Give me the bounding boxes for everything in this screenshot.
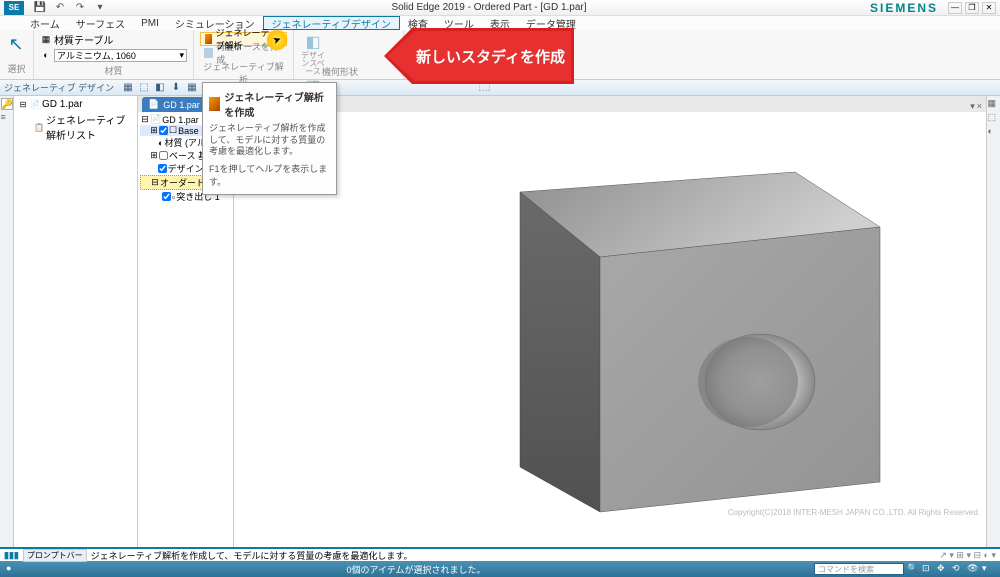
minimize-button[interactable]: — bbox=[948, 2, 962, 14]
cursor-highlight: ➤ bbox=[266, 29, 288, 51]
status-fit-icon[interactable]: ⊡ bbox=[922, 563, 934, 575]
ribbon-group-generative: ジェネレーティブ解析 ➤ 荷重ケースを作成 ジェネレーティブ解析 bbox=[194, 30, 294, 79]
status-more-icon[interactable]: ▾ bbox=[982, 563, 994, 575]
material-combo[interactable]: アルミニウム, 1060▾ bbox=[54, 49, 187, 62]
material-table-icon[interactable]: ▦ bbox=[40, 33, 52, 45]
load-case-icon bbox=[204, 48, 213, 58]
mt-design-chk[interactable] bbox=[158, 164, 167, 173]
tooltip-popup: ジェネレーティブ解析を作成 ジェネレーティブ解析を作成して、モデルに対する質量の… bbox=[202, 82, 337, 195]
copyright-text: Copyright(C)2018 INTER-MESH JAPAN CO.,LT… bbox=[728, 508, 980, 517]
material-group-label: 材質 bbox=[40, 64, 187, 77]
part-icon: 📄 bbox=[30, 100, 40, 110]
quick-access-toolbar: 💾 ↶ ↷ ▾ bbox=[32, 1, 108, 15]
maximize-button[interactable]: ❐ bbox=[965, 2, 979, 14]
command-search-input[interactable]: コマンドを検索 bbox=[814, 563, 904, 575]
status-view-icon[interactable]: 👁 bbox=[967, 563, 979, 575]
sb-icon-4[interactable]: ⬇ bbox=[168, 81, 184, 95]
left-navigation-panel: ⊟📄GD 1.par 📋ジェネレーティブ解析リスト bbox=[14, 96, 138, 547]
prompt-icons[interactable]: ↗ ▾ ⊞ ▾ ⊟ ◐ ▾ bbox=[939, 550, 996, 561]
tooltip-f1: F1を押してヘルプを表示します。 bbox=[209, 162, 330, 188]
sb-icon-5[interactable]: ▦ bbox=[184, 81, 200, 95]
nav-root[interactable]: ⊟📄GD 1.par bbox=[16, 98, 135, 111]
ribbon-group-material: ▦ 材質テーブル ◐ アルミニウム, 1060▾ 材質 bbox=[34, 30, 194, 79]
mt-base-chk[interactable] bbox=[159, 126, 168, 135]
tooltip-icon bbox=[209, 97, 220, 111]
qat-more-icon[interactable]: ▾ bbox=[92, 1, 108, 15]
mouse-cursor-icon: ➤ bbox=[271, 33, 283, 46]
status-pan-icon[interactable]: ✥ bbox=[937, 563, 949, 575]
nav-child[interactable]: 📋ジェネレーティブ解析リスト bbox=[16, 111, 135, 143]
material-ball-icon: ◐ bbox=[40, 49, 52, 61]
callout-annotation: 新しいスタディを作成 bbox=[384, 28, 574, 84]
callout-text: 新しいスタディを作成 bbox=[416, 46, 565, 67]
material-table-label[interactable]: 材質テーブル bbox=[54, 32, 113, 47]
status-zoom-icon[interactable]: 🔍 bbox=[907, 563, 919, 575]
status-selection-text: 0個のアイテムが選択されました。 bbox=[18, 563, 814, 576]
design-space-icon: ◧ bbox=[303, 32, 323, 52]
prompt-bar: ▮▮▮ プロンプトバー ジェネレーティブ解析を作成して、モデルに対する質量の考慮… bbox=[0, 547, 1000, 561]
mt-basic-chk[interactable] bbox=[159, 151, 168, 160]
tab-surface[interactable]: サーフェス bbox=[68, 16, 133, 30]
status-bar: ● 0個のアイテムが選択されました。 コマンドを検索 🔍 ⊡ ✥ ⟲ 👁 ▾ bbox=[0, 561, 1000, 577]
ribbon-group-select: ↖ 選択 bbox=[0, 30, 34, 79]
expand-icon: ⊟ bbox=[18, 100, 28, 110]
3d-viewport[interactable]: LEFT FRONT Copyright(C)2018 INTER-MESH J… bbox=[234, 112, 986, 547]
save-icon[interactable]: 💾 bbox=[32, 1, 48, 15]
generative-icon bbox=[205, 34, 212, 44]
close-button[interactable]: ✕ bbox=[982, 2, 996, 14]
window-title: Solid Edge 2019 - Ordered Part - [GD 1.p… bbox=[108, 2, 870, 13]
tab-pmi[interactable]: PMI bbox=[133, 16, 167, 30]
rail-tree-icon[interactable]: 🔑 bbox=[1, 98, 13, 110]
mt-extrude-chk[interactable] bbox=[162, 192, 171, 201]
chevron-down-icon: ▾ bbox=[179, 50, 184, 61]
rail-layers-icon[interactable]: ≡ bbox=[1, 112, 13, 124]
prompt-text: ジェネレーティブ解析を作成して、モデルに対する質量の考慮を最適化します。 bbox=[91, 549, 413, 562]
sb-icon-1[interactable]: ▦ bbox=[120, 81, 136, 95]
tooltip-title: ジェネレーティブ解析を作成 bbox=[224, 89, 330, 119]
title-bar: SE 💾 ↶ ↷ ▾ Solid Edge 2019 - Ordered Par… bbox=[0, 0, 1000, 16]
tab-dropdown-icon[interactable]: ▾ bbox=[970, 101, 975, 112]
tab-home[interactable]: ホーム bbox=[22, 16, 68, 30]
list-icon: 📋 bbox=[34, 122, 44, 132]
secondary-label: ジェネレーティブ デザイン bbox=[4, 81, 114, 94]
rr-icon-2[interactable]: ⬚ bbox=[988, 112, 1000, 124]
window-controls: — ❐ ✕ bbox=[948, 2, 996, 14]
rr-icon-3[interactable]: ◐ bbox=[988, 126, 1000, 138]
select-cursor-icon[interactable]: ↖ bbox=[9, 34, 25, 56]
sb-icon-3[interactable]: ◧ bbox=[152, 81, 168, 95]
tab-close-all-icon[interactable]: × bbox=[977, 101, 982, 112]
doc-icon: 📄 bbox=[148, 99, 159, 110]
status-record-icon[interactable]: ● bbox=[6, 563, 18, 575]
rr-icon-1[interactable]: ▦ bbox=[988, 98, 1000, 110]
status-rotate-icon[interactable]: ⟲ bbox=[952, 563, 964, 575]
tooltip-body: ジェネレーティブ解析を作成して、モデルに対する質量の考慮を最適化します。 bbox=[209, 123, 330, 158]
select-label: 選択 bbox=[7, 62, 25, 75]
sb-icon-2[interactable]: ⬚ bbox=[136, 81, 152, 95]
redo-icon[interactable]: ↷ bbox=[72, 1, 88, 15]
app-icon[interactable]: SE bbox=[4, 1, 24, 15]
prompt-label: プロンプトバー bbox=[23, 549, 87, 562]
brand-logo: SIEMENS bbox=[870, 1, 938, 15]
geometry-group-label: 機何形状 bbox=[310, 65, 370, 78]
undo-icon[interactable]: ↶ bbox=[52, 1, 68, 15]
main-area: 🔑 ≡ ⊟📄GD 1.par 📋ジェネレーティブ解析リスト 📄GD 1.par×… bbox=[0, 96, 1000, 547]
left-rail: 🔑 ≡ bbox=[0, 96, 14, 547]
tab-generative[interactable]: ジェネレーティブデザイン bbox=[263, 16, 400, 30]
right-rail: ▦ ⬚ ◐ bbox=[986, 96, 1000, 547]
